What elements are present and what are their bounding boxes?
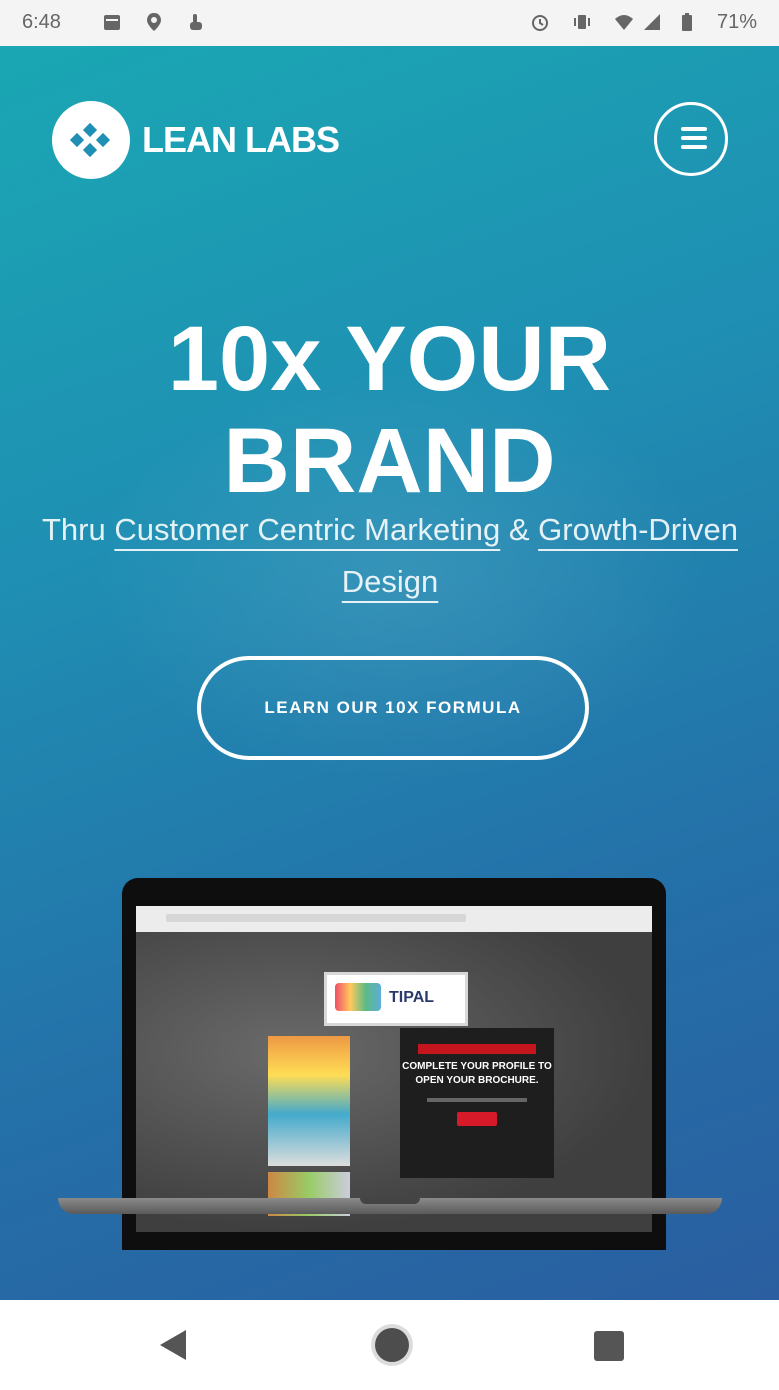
subline-amp: & xyxy=(500,512,539,547)
hamburger-icon xyxy=(681,127,707,131)
home-icon[interactable] xyxy=(375,1328,409,1362)
status-time: 6:48 xyxy=(22,11,61,33)
promo-button xyxy=(457,1112,497,1126)
promo-text: COMPLETE YOUR PROFILE TO OPEN YOUR BROCH… xyxy=(402,1061,552,1086)
browser-bar xyxy=(136,906,652,933)
location-icon xyxy=(147,13,161,31)
hero-subline: Thru Customer Centric Marketing & Growth… xyxy=(40,504,740,608)
promo-box: COMPLETE YOUR PROFILE TO OPEN YOUR BROCH… xyxy=(400,1028,554,1178)
hero-section: LEAN LABS 10x YOUR BRAND Thru Customer C… xyxy=(0,46,779,1300)
status-bar: 6:48 71% xyxy=(0,0,779,46)
site-logo: TIPAL xyxy=(324,972,468,1026)
vibrate-icon xyxy=(574,15,590,29)
signal-icon xyxy=(644,14,660,30)
laptop-screen: TIPAL COMPLETE YOUR PROFILE TO OPEN YOUR… xyxy=(136,906,652,1232)
logo-text: LEAN LABS xyxy=(142,119,340,160)
calendar-icon xyxy=(104,15,120,30)
learn-formula-button[interactable]: LEARN OUR 10X FORMULA xyxy=(197,656,589,760)
laptop-notch xyxy=(360,1198,420,1204)
back-icon[interactable] xyxy=(160,1330,186,1360)
headline-line-2: BRAND xyxy=(223,410,556,512)
growth-driven-link[interactable]: Growth-Driven xyxy=(538,512,738,547)
battery-percent: 71% xyxy=(716,11,757,33)
menu-button[interactable] xyxy=(654,102,728,176)
map-logo-icon xyxy=(335,983,381,1011)
lean-labs-logo[interactable]: LEAN LABS xyxy=(52,101,340,179)
touch-icon xyxy=(190,14,202,30)
recents-icon[interactable] xyxy=(594,1331,624,1361)
design-link[interactable]: Design xyxy=(342,564,439,599)
customer-centric-marketing-link[interactable]: Customer Centric Marketing xyxy=(114,512,500,547)
battery-icon xyxy=(682,13,692,31)
site-preview: TIPAL COMPLETE YOUR PROFILE TO OPEN YOUR… xyxy=(136,932,652,1232)
brochure-image xyxy=(268,1036,350,1166)
android-nav-bar xyxy=(0,1300,779,1390)
alarm-icon xyxy=(532,15,548,31)
laptop-mockup: TIPAL COMPLETE YOUR PROFILE TO OPEN YOUR… xyxy=(122,878,666,1250)
hero-headline: 10x YOUR BRAND xyxy=(0,308,779,512)
subline-prefix: Thru xyxy=(42,512,115,547)
logo-mark-icon xyxy=(52,101,130,179)
wifi-icon xyxy=(615,15,633,30)
headline-line-1: 10x YOUR xyxy=(167,308,612,410)
